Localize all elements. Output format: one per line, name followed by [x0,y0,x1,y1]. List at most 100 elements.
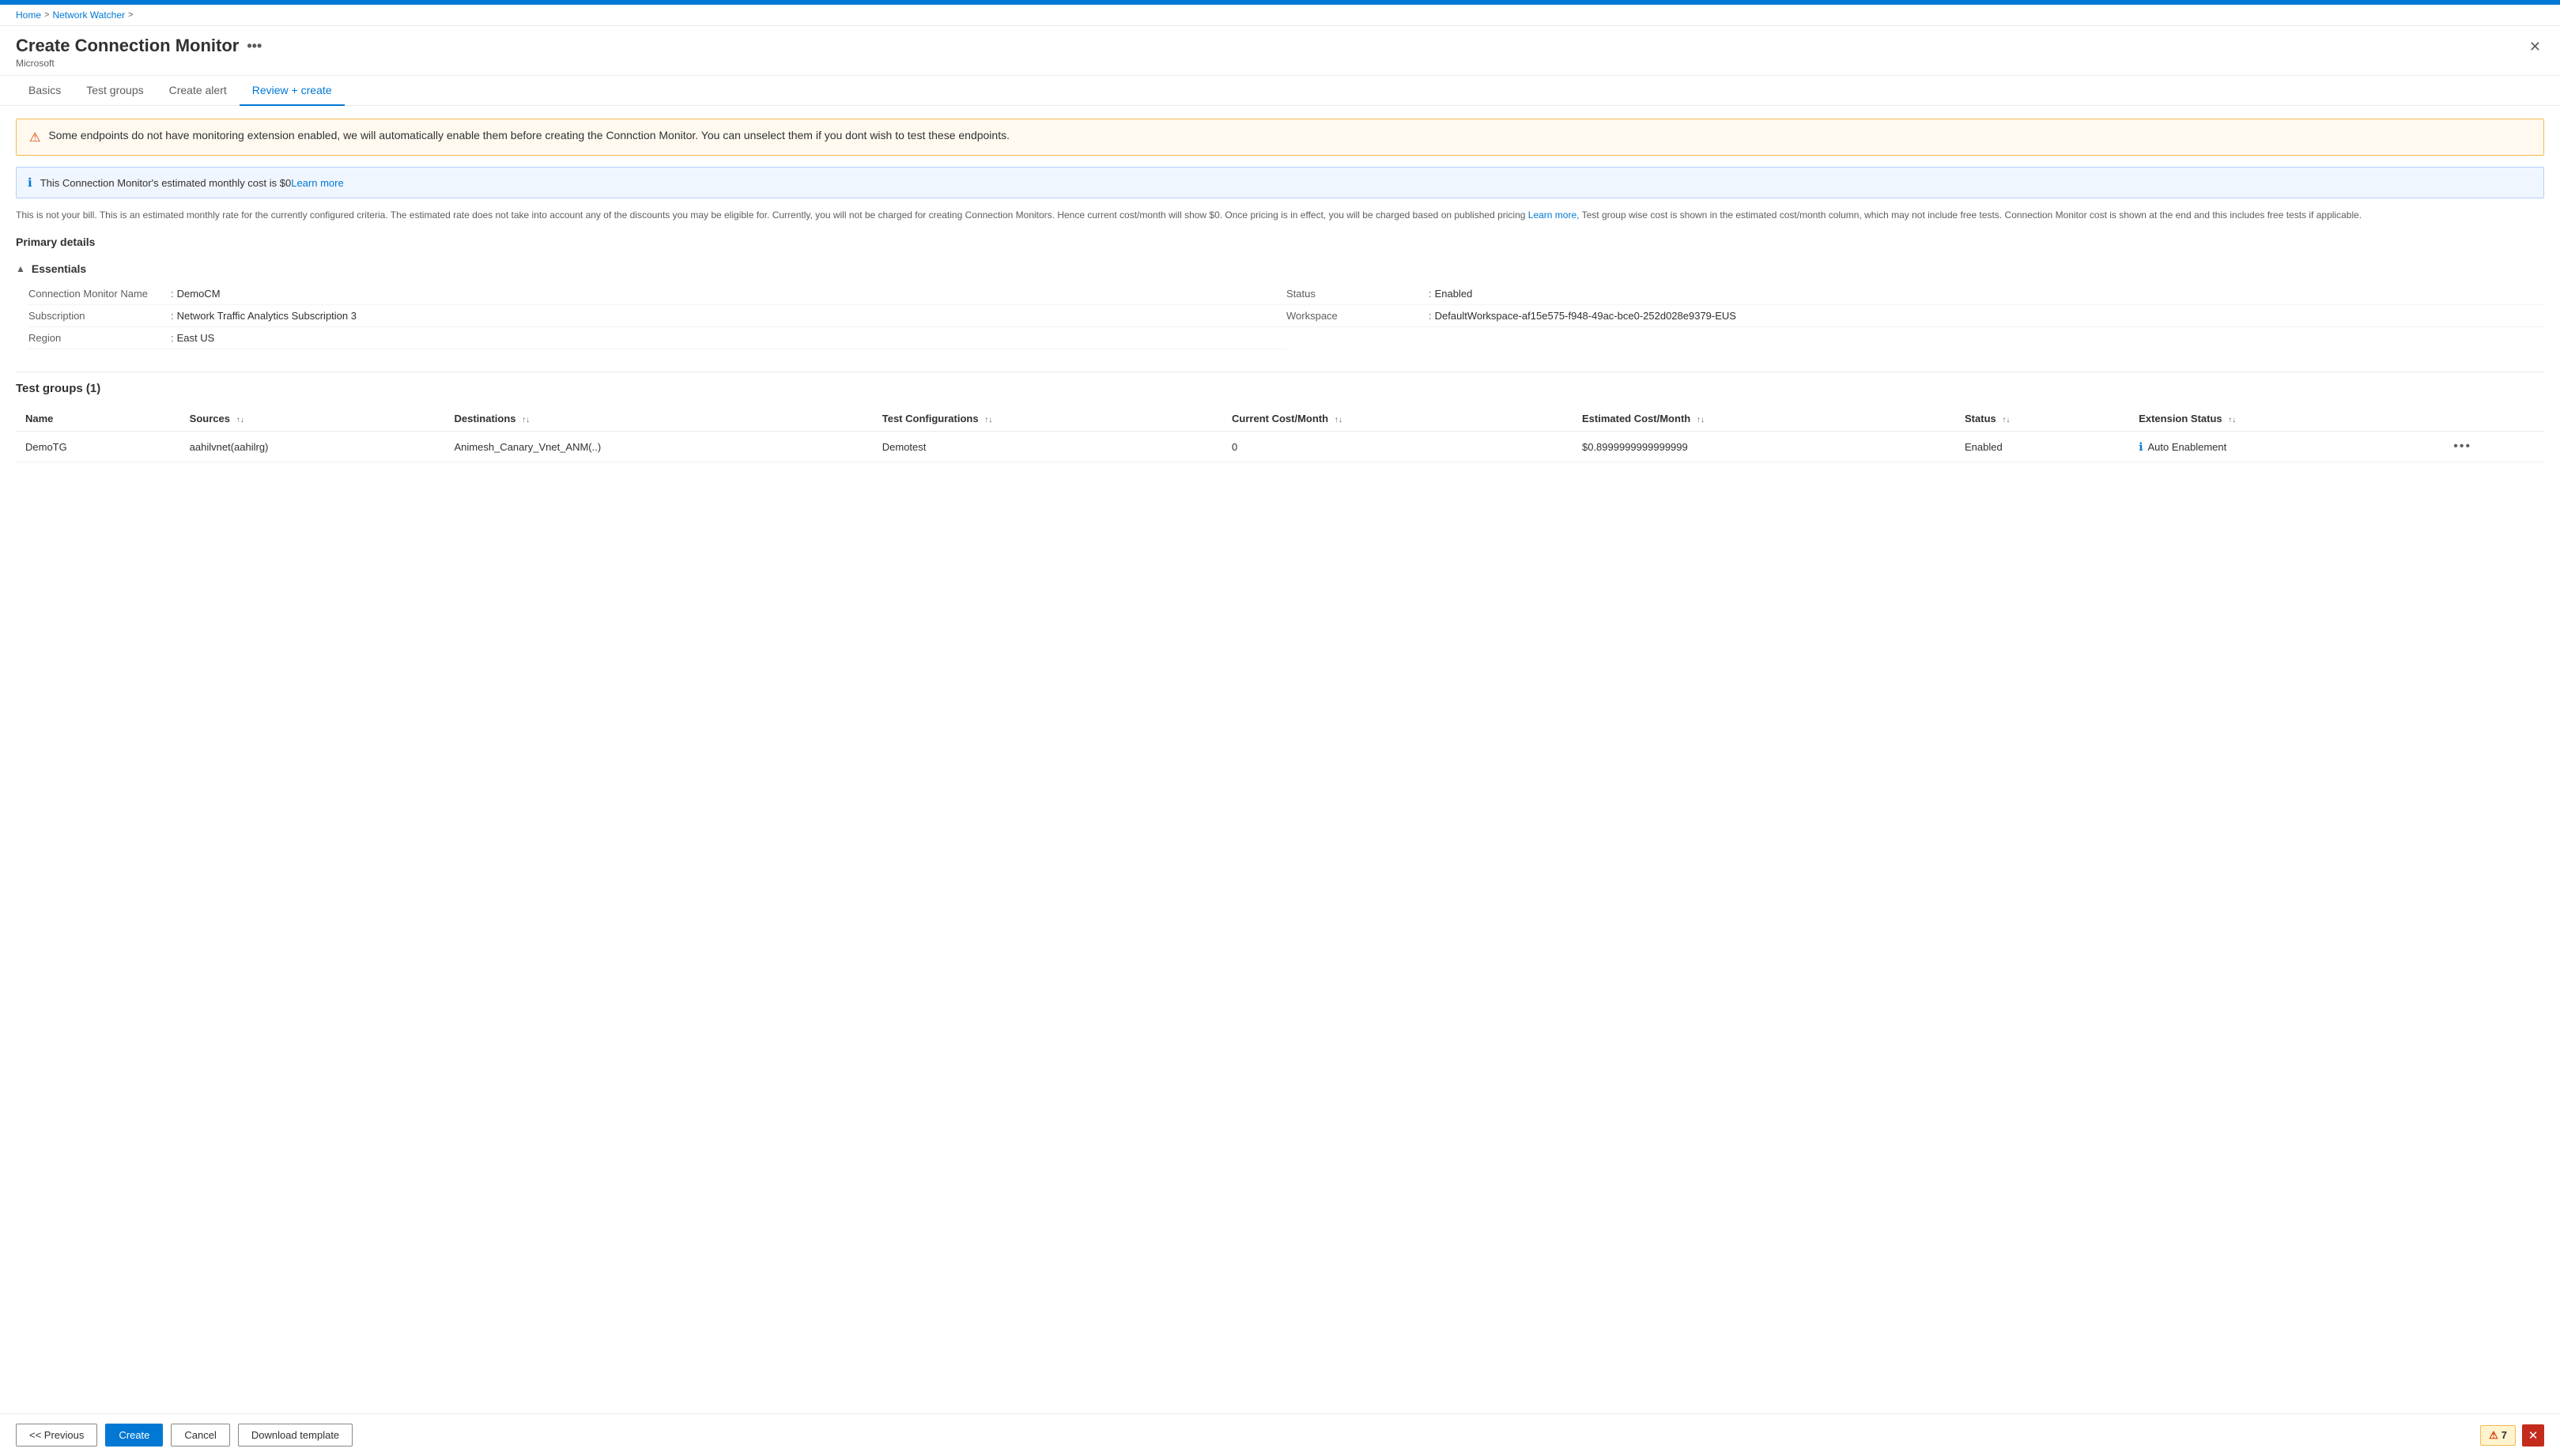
warning-text: Some endpoints do not have monitoring ex… [48,129,1010,141]
essentials-row-workspace: Workspace : DefaultWorkspace-af15e575-f9… [1286,305,2544,327]
test-groups-section: Test groups (1) Name Sources ↑↓ Destinat… [16,372,2544,462]
row-more-cell: ••• [2444,432,2544,462]
page-title: Create Connection Monitor [16,36,239,56]
essentials-label-subscription: Subscription [28,310,171,322]
tab-basics[interactable]: Basics [16,76,74,106]
essentials-title: Essentials [32,262,86,275]
sources-sort-icon: ↑↓ [236,416,244,424]
essentials-label-region: Region [28,332,171,344]
primary-details-title: Primary details [16,236,2544,248]
col-estimated-cost-label: Estimated Cost/Month [1582,413,1690,424]
close-button[interactable]: ✕ [2526,36,2544,58]
essentials-chevron-icon: ▲ [16,263,25,274]
col-status-label: Status [1965,413,1996,424]
table-header: Name Sources ↑↓ Destinations ↑↓ Test Con… [16,406,2544,432]
desc-text-after: Test group wise cost is shown in the est… [1582,209,2362,221]
col-test-configs: Test Configurations ↑↓ [873,406,1222,432]
tabs-container: Basics Test groups Create alert Review +… [0,76,2560,106]
main-content: ⚠ Some endpoints do not have monitoring … [0,106,2560,1413]
row-destinations: Animesh_Canary_Vnet_ANM(..) [445,432,873,462]
destinations-sort-icon: ↑↓ [522,416,530,424]
row-more-button[interactable]: ••• [2453,439,2471,453]
warning-icon: ⚠ [29,130,40,145]
previous-button[interactable]: << Previous [16,1424,97,1447]
col-extension-status-label: Extension Status [2139,413,2222,424]
page-title-row: Create Connection Monitor ••• [16,36,262,56]
tab-create-alert[interactable]: Create alert [157,76,240,106]
breadcrumb: Home > Network Watcher > [0,5,2560,26]
table-row: DemoTG aahilvnet(aahilrg) Animesh_Canary… [16,432,2544,462]
col-current-cost-label: Current Cost/Month [1232,413,1328,424]
colon1: : [171,288,174,300]
essentials-label-workspace: Workspace [1286,310,1429,322]
col-estimated-cost: Estimated Cost/Month ↑↓ [1573,406,1955,432]
essentials-row-status: Status : Enabled [1286,283,2544,305]
alert-badge[interactable]: ⚠ 7 [2480,1425,2516,1446]
essentials-row-subscription: Subscription : Network Traffic Analytics… [28,305,1286,327]
essentials-value-workspace: DefaultWorkspace-af15e575-f948-49ac-bce0… [1435,310,1736,322]
create-button[interactable]: Create [105,1424,163,1447]
breadcrumb-home[interactable]: Home [16,9,41,21]
alert-badge-icon: ⚠ [2489,1429,2498,1442]
breadcrumb-sep2: > [128,10,133,20]
breadcrumb-sep1: > [44,10,49,20]
download-template-button[interactable]: Download template [238,1424,353,1447]
desc-learn-more-link[interactable]: Learn more, [1528,209,1580,221]
current-cost-sort-icon: ↑↓ [1335,416,1342,424]
test-groups-title: Test groups (1) [16,382,2544,395]
info-text-before: This Connection Monitor's estimated mont… [40,177,292,189]
essentials-value-name: DemoCM [177,288,221,300]
essentials-grid: Connection Monitor Name : DemoCM Subscri… [16,280,2544,356]
essentials-right: Status : Enabled Workspace : DefaultWork… [1286,283,2544,349]
info-learn-more-link[interactable]: Learn more [291,177,343,189]
row-name: DemoTG [16,432,180,462]
row-estimated-cost: $0.8999999999999999 [1573,432,1955,462]
footer: << Previous Create Cancel Download templ… [0,1413,2560,1456]
tab-test-groups[interactable]: Test groups [74,76,156,106]
col-destinations-label: Destinations [455,413,516,424]
essentials-header[interactable]: ▲ Essentials [16,258,2544,280]
essentials-value-region: East US [177,332,215,344]
colon2: : [171,310,174,322]
table-body: DemoTG aahilvnet(aahilrg) Animesh_Canary… [16,432,2544,462]
tab-review-create[interactable]: Review + create [240,76,345,106]
col-current-cost: Current Cost/Month ↑↓ [1222,406,1573,432]
page-header: Create Connection Monitor ••• Microsoft … [0,26,2560,76]
row-status: Enabled [1955,432,2129,462]
breadcrumb-network-watcher[interactable]: Network Watcher [52,9,125,21]
page-subtitle: Microsoft [16,58,262,69]
essentials-row-name: Connection Monitor Name : DemoCM [28,283,1286,305]
status-sort-icon: ↑↓ [2002,416,2010,424]
essentials-value-status: Enabled [1435,288,1473,300]
essentials-label-name: Connection Monitor Name [28,288,171,300]
row-test-configs: Demotest [873,432,1222,462]
row-extension-status: ℹ Auto Enablement [2129,432,2444,462]
header-more-button[interactable]: ••• [247,39,262,53]
essentials-label-status: Status [1286,288,1429,300]
auto-enable-info-icon: ℹ [2139,440,2143,454]
col-test-configs-label: Test Configurations [882,413,979,424]
footer-close-button[interactable]: ✕ [2522,1424,2544,1447]
colon3: : [171,332,174,344]
page-header-left: Create Connection Monitor ••• Microsoft [16,36,262,69]
cancel-button[interactable]: Cancel [171,1424,229,1447]
description-text: This is not your bill. This is an estima… [16,208,2544,223]
col-sources-label: Sources [190,413,230,424]
col-actions [2444,406,2544,432]
col-name-label: Name [25,413,53,424]
col-sources: Sources ↑↓ [180,406,445,432]
col-name: Name [16,406,180,432]
essentials-value-subscription: Network Traffic Analytics Subscription 3 [177,310,357,322]
col-extension-status: Extension Status ↑↓ [2129,406,2444,432]
essentials-row-region: Region : East US [28,327,1286,349]
colon4: : [1429,288,1432,300]
info-banner: ℹ This Connection Monitor's estimated mo… [16,167,2544,198]
footer-right: ⚠ 7 ✕ [2480,1424,2544,1447]
info-text: This Connection Monitor's estimated mont… [40,177,344,189]
warning-banner: ⚠ Some endpoints do not have monitoring … [16,119,2544,156]
estimated-cost-sort-icon: ↑↓ [1697,416,1705,424]
row-current-cost: 0 [1222,432,1573,462]
col-destinations: Destinations ↑↓ [445,406,873,432]
extension-status-sort-icon: ↑↓ [2228,416,2236,424]
essentials-left: Connection Monitor Name : DemoCM Subscri… [28,283,1286,349]
